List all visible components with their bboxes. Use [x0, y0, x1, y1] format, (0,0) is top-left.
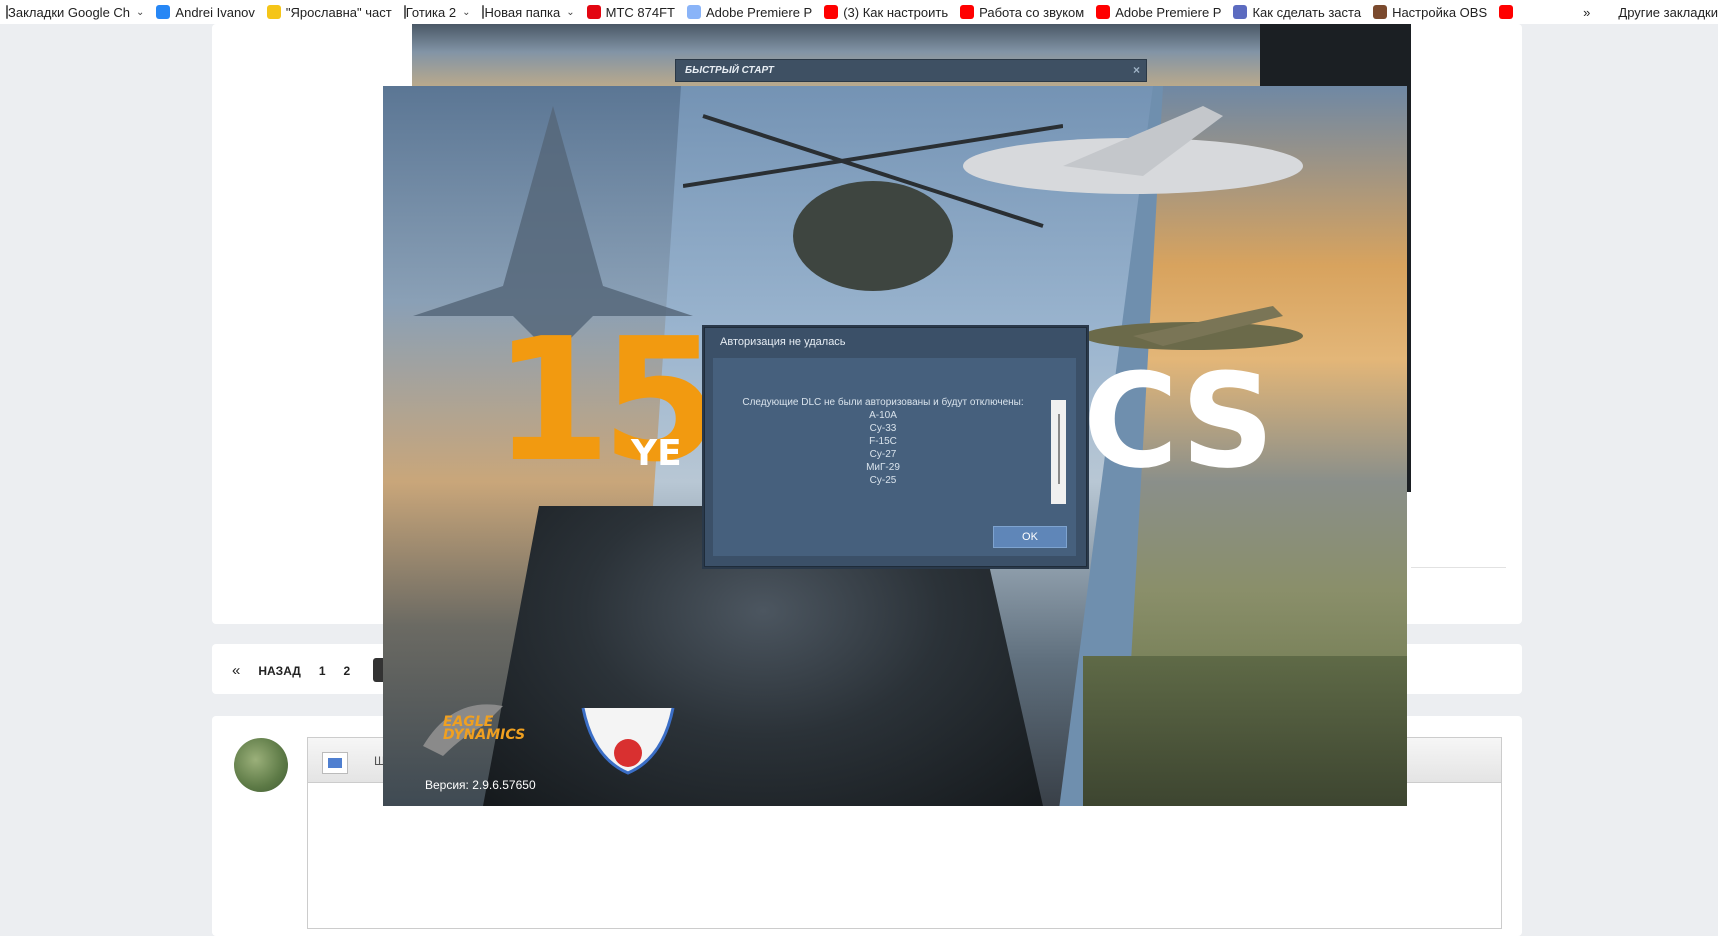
- dialog-title: Авторизация не удалась: [720, 336, 846, 348]
- avatar: [234, 738, 288, 792]
- yu-icon: [266, 5, 281, 19]
- bookmark-item[interactable]: Настройка OBS: [1367, 0, 1493, 24]
- youtube-icon: [824, 5, 839, 19]
- tank-panel: [1083, 656, 1407, 806]
- close-icon[interactable]: ×: [1133, 63, 1140, 77]
- dlc-item: Су-33: [869, 423, 897, 434]
- image-icon: [1373, 5, 1388, 19]
- chevron-down-icon: ⌄: [462, 6, 471, 18]
- bookmark-item[interactable]: Закладки Google Ch ⌄: [0, 0, 150, 24]
- bookmark-item[interactable]: МТС 874FT: [581, 0, 681, 24]
- bookmark-label: Работа со звуком: [979, 4, 1085, 20]
- bookmark-label: Adobe Premiere P: [705, 4, 813, 20]
- bookmark-item[interactable]: [1493, 0, 1524, 24]
- bookmark-label: Andrei Ivanov: [175, 4, 255, 20]
- bookmark-label: Настройка OBS: [1392, 4, 1488, 20]
- quick-start-title: БЫСТРЫЙ СТАРТ: [685, 65, 774, 76]
- bookmarks-bar: Закладки Google Ch ⌄ Andrei Ivanov "Ярослав…: [0, 0, 1718, 24]
- dlc-item: F-15C: [869, 436, 897, 447]
- dialog-scrollbar[interactable]: [1051, 400, 1066, 504]
- bookmark-label: (3) Как настроить: [843, 4, 949, 20]
- dialog-body: Следующие DLC не были авторизованы и буд…: [713, 358, 1076, 556]
- chevron-down-icon: ⌄: [566, 6, 575, 18]
- other-bookmarks[interactable]: Другие закладки: [1618, 5, 1718, 20]
- headdress-logo: [581, 707, 675, 775]
- bookmark-item[interactable]: "Ярославна" част: [261, 0, 398, 24]
- jet-icon: [963, 106, 1303, 194]
- youtube-icon: [1096, 5, 1111, 19]
- book-icon: [1233, 5, 1248, 19]
- youtube-icon: [960, 5, 975, 19]
- bookmark-item[interactable]: Andrei Ivanov: [150, 0, 261, 24]
- overflow-icon[interactable]: »: [1583, 5, 1590, 20]
- bookmark-label: Закладки Google Ch: [8, 4, 131, 20]
- page-link-2[interactable]: 2: [344, 664, 351, 678]
- bookmark-item[interactable]: Новая папка ⌄: [476, 0, 580, 24]
- bookmark-item[interactable]: Adobe Premiere P: [1090, 0, 1227, 24]
- bookmark-label: Как сделать заста: [1252, 4, 1362, 20]
- eagle-dynamics-text: EAGLE DYNAMICS: [443, 714, 526, 743]
- bookmark-label: Adobe Premiere P: [1115, 4, 1222, 20]
- quick-start-titlebar: БЫСТРЫЙ СТАРТ ×: [675, 59, 1147, 82]
- page-link-1[interactable]: 1: [319, 664, 326, 678]
- back-link[interactable]: НАЗАД: [258, 664, 301, 678]
- bookmark-label: "Ярославна" част: [285, 4, 392, 20]
- bookmark-label: МТС 874FT: [605, 4, 675, 20]
- dlc-item: Су-25: [869, 475, 897, 486]
- bookmark-item[interactable]: (3) Как настроить: [818, 0, 954, 24]
- vk-icon: [156, 5, 171, 19]
- bookmark-item[interactable]: Готика 2 ⌄: [398, 0, 477, 24]
- dlc-item: МиГ-29: [866, 462, 900, 473]
- bookmark-item[interactable]: Adobe Premiere P: [681, 0, 818, 24]
- scrollbar-thumb[interactable]: [1058, 414, 1060, 484]
- bookmark-label: Готика 2: [405, 4, 457, 20]
- auth-failed-dialog: Авторизация не удалась Следующие DLC не …: [704, 327, 1087, 567]
- youtube-icon: [1499, 5, 1514, 19]
- bookmark-item[interactable]: Как сделать заста: [1227, 0, 1367, 24]
- chevron-down-icon: ⌄: [136, 6, 145, 18]
- bookmarks-overflow: » Другие закладки: [1575, 0, 1718, 24]
- anniversary-years: YE: [631, 433, 682, 474]
- bookmark-label: Новая папка: [484, 4, 561, 20]
- ok-button[interactable]: OK: [993, 526, 1067, 548]
- divider: [1411, 567, 1506, 568]
- html-source-icon[interactable]: [322, 752, 348, 774]
- brand-letters: CS: [1083, 345, 1275, 497]
- dlc-item: A-10A: [869, 410, 897, 421]
- dialog-message-area: Следующие DLC не были авторизованы и буд…: [733, 396, 1033, 487]
- dialog-message: Следующие DLC не были авторизованы и буд…: [742, 397, 1024, 408]
- star-icon: [686, 5, 701, 19]
- prev-arrow-icon[interactable]: «: [232, 662, 240, 679]
- dlc-item: Су-27: [869, 449, 897, 460]
- bookmark-item[interactable]: Работа со звуком: [954, 0, 1090, 24]
- version-label: Версия: 2.9.6.57650: [425, 778, 536, 792]
- mts-icon: [586, 5, 601, 19]
